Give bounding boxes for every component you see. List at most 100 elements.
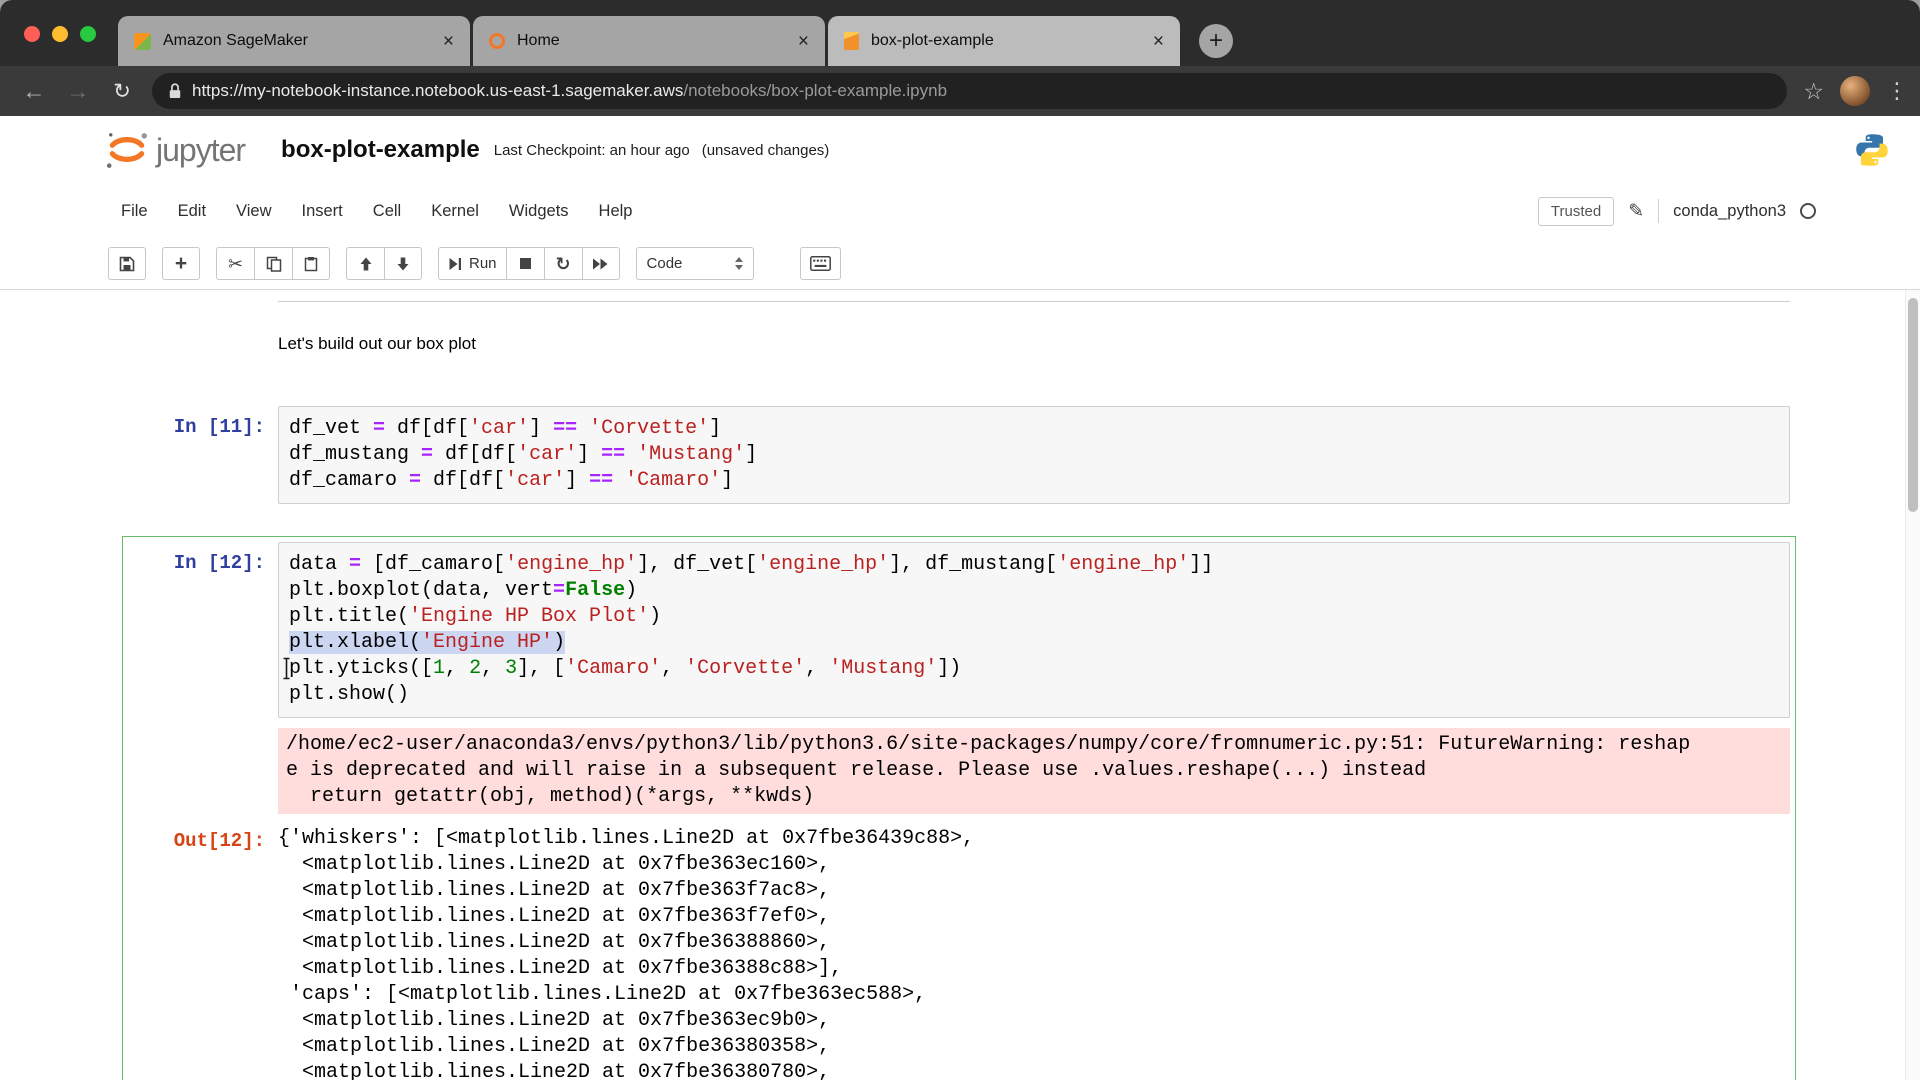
notebook-scroll-region: Let's build out our box plotIn [11]:df_v… <box>0 290 1920 1080</box>
code-line: df_mustang = df[df['car'] == 'Mustang'] <box>289 442 1779 468</box>
tab-close-icon[interactable]: × <box>798 32 809 51</box>
run-label: Run <box>469 255 497 272</box>
close-window-button[interactable] <box>24 26 40 42</box>
markdown-cell-prompt <box>128 322 278 368</box>
jupyter-logo-icon <box>104 129 150 171</box>
profile-avatar[interactable] <box>1840 76 1870 106</box>
menu-item-edit[interactable]: Edit <box>163 194 221 229</box>
selected-text: plt.xlabel('Engine HP') <box>289 631 565 654</box>
menu-item-widgets[interactable]: Widgets <box>494 194 584 229</box>
refresh-icon: ↻ <box>555 255 570 273</box>
restart-kernel-button[interactable]: ↻ <box>544 247 582 280</box>
url-bar[interactable]: https://my-notebook-instance.notebook.us… <box>152 73 1787 109</box>
notebook-cells: Let's build out our box plotIn [11]:df_v… <box>0 316 1920 1080</box>
arrow-down-icon <box>396 257 410 271</box>
stderr-row: /home/ec2-user/anaconda3/envs/python3/li… <box>128 718 1790 814</box>
toolbar-group-save <box>108 247 146 280</box>
menu-item-view[interactable]: View <box>221 194 286 229</box>
tab-title: box-plot-example <box>871 32 1141 50</box>
restart-run-all-button[interactable] <box>582 247 620 280</box>
menu-item-kernel[interactable]: Kernel <box>416 194 494 229</box>
code-line: df_camaro = df[df['car'] == 'Camaro'] <box>289 468 1779 494</box>
jupyter-favicon-icon <box>489 33 505 49</box>
plus-icon: + <box>175 253 187 274</box>
browser-menu-icon[interactable]: ⋮ <box>1886 78 1900 104</box>
input-prompt: In [11]: <box>128 406 278 504</box>
markdown-cell-row: Let's build out our box plot <box>128 322 1790 368</box>
interrupt-kernel-button[interactable] <box>506 247 544 280</box>
menu-item-insert[interactable]: Insert <box>287 194 358 229</box>
browser-tab-box-plot-example[interactable]: box-plot-example × <box>828 16 1180 66</box>
code-input-row: In [11]:df_vet = df[df['car'] == 'Corvet… <box>128 406 1790 504</box>
jupyter-header: jupyter box-plot-example Last Checkpoint… <box>0 116 1920 184</box>
code-editor[interactable]: df_vet = df[df['car'] == 'Corvette']df_m… <box>278 406 1790 504</box>
lock-icon <box>168 82 182 100</box>
reload-button[interactable]: ↻ <box>108 81 136 102</box>
markdown-text: Let's build out our box plot <box>278 322 476 368</box>
scrollbar-thumb[interactable] <box>1908 298 1918 512</box>
arrow-up-icon <box>359 257 373 271</box>
tab-close-icon[interactable]: × <box>443 32 454 51</box>
tab-title: Home <box>517 32 786 50</box>
move-cell-down-button[interactable] <box>384 247 422 280</box>
cell-type-dropdown[interactable]: Code <box>636 247 754 280</box>
browser-tab-home[interactable]: Home × <box>473 16 825 66</box>
paste-icon <box>303 256 319 272</box>
python-logo <box>1854 132 1890 168</box>
markdown-cell[interactable]: Let's build out our box plot <box>122 316 1796 374</box>
copy-icon <box>266 256 282 272</box>
fast-forward-icon <box>592 258 609 270</box>
toolbar-group-run: Run ↻ <box>438 247 620 280</box>
code-cell[interactable]: In [12]:data = [df_camaro['engine_hp'], … <box>122 536 1796 1080</box>
trusted-button[interactable]: Trusted <box>1538 197 1614 226</box>
menu-item-cell[interactable]: Cell <box>358 194 416 229</box>
menu-item-file[interactable]: File <box>106 194 163 229</box>
browser-tab-amazon-sagemaker[interactable]: Amazon SageMaker× <box>118 16 470 66</box>
output-prompt: Out[12]: <box>128 820 278 1080</box>
paste-cell-button[interactable] <box>292 247 330 280</box>
zoom-window-button[interactable] <box>80 26 96 42</box>
edit-title-pencil-icon[interactable]: ✎ <box>1628 200 1644 223</box>
code-line: plt.boxplot(data, vert=False) <box>289 578 1779 604</box>
kernel-name: conda_python3 <box>1673 202 1786 221</box>
cell-type-value: Code <box>647 255 683 272</box>
code-editor[interactable]: data = [df_camaro['engine_hp'], df_vet['… <box>278 542 1790 718</box>
divider <box>1658 199 1659 223</box>
previous-cell-edge <box>278 294 1790 302</box>
copy-cell-button[interactable] <box>254 247 292 280</box>
new-tab-button[interactable]: + <box>1199 24 1233 58</box>
url-text: https://my-notebook-instance.notebook.us… <box>192 81 947 101</box>
browser-window: Amazon SageMaker×Home×box-plot-example× … <box>0 0 1920 1080</box>
minimize-window-button[interactable] <box>52 26 68 42</box>
back-button[interactable]: ← <box>20 80 48 103</box>
tab-close-icon[interactable]: × <box>1153 32 1164 51</box>
url-path: /notebooks/box-plot-example.ipynb <box>683 81 947 100</box>
cut-cell-button[interactable]: ✂ <box>216 247 254 280</box>
output-row: Out[12]:{'whiskers': [<matplotlib.lines.… <box>128 820 1790 1080</box>
add-cell-button[interactable]: + <box>162 247 200 280</box>
unsaved-changes-status: (unsaved changes) <box>702 142 830 159</box>
forward-button[interactable]: → <box>64 80 92 103</box>
kernel-idle-indicator-icon <box>1800 203 1816 219</box>
code-cell[interactable]: In [11]:df_vet = df[df['car'] == 'Corvet… <box>122 400 1796 510</box>
save-button[interactable] <box>108 247 146 280</box>
keyboard-icon <box>810 256 831 271</box>
code-input-row: In [12]:data = [df_camaro['engine_hp'], … <box>128 542 1790 718</box>
sagemaker-favicon-icon <box>134 33 151 50</box>
jupyter-logo[interactable]: jupyter <box>104 129 245 171</box>
bookmark-star-icon[interactable]: ☆ <box>1803 78 1824 105</box>
stderr-output: /home/ec2-user/anaconda3/envs/python3/li… <box>278 728 1790 814</box>
run-cell-button[interactable]: Run <box>438 247 506 280</box>
url-host: https://my-notebook-instance.notebook.us… <box>192 81 683 100</box>
code-line: plt.xlabel('Engine HP') <box>289 630 1779 656</box>
notebook-title[interactable]: box-plot-example <box>281 136 480 164</box>
move-cell-up-button[interactable] <box>346 247 384 280</box>
stderr-prompt <box>128 718 278 814</box>
page-scrollbar[interactable] <box>1905 290 1920 1080</box>
command-palette-button[interactable] <box>800 247 841 280</box>
notebook-favicon-icon <box>844 32 859 50</box>
run-icon <box>448 257 462 271</box>
scissors-icon: ✂ <box>228 255 243 273</box>
menu-item-help[interactable]: Help <box>584 194 648 229</box>
menubar-right: Trusted ✎ conda_python3 <box>1538 197 1816 226</box>
